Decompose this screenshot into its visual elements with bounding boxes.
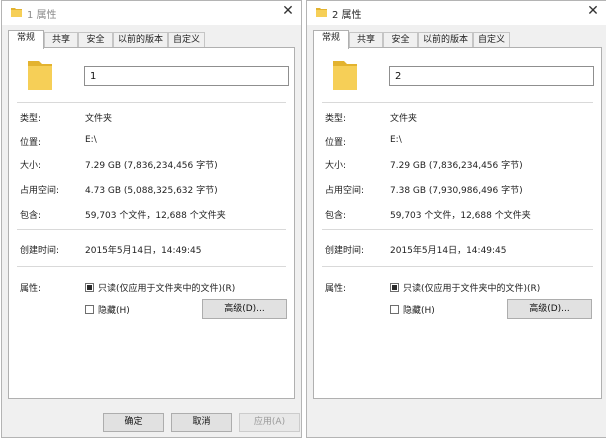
title-bar[interactable]: 2 属性 ✕: [307, 1, 606, 25]
contains-label: 包含:: [20, 211, 42, 221]
apply-button[interactable]: 应用(A): [239, 413, 300, 432]
type-value: 文件夹: [390, 114, 418, 124]
tab-general[interactable]: 常规: [8, 30, 44, 49]
location-label: 位置:: [325, 138, 347, 148]
created-label: 创建时间:: [20, 246, 60, 256]
advanced-button[interactable]: 高级(D)...: [507, 299, 592, 319]
close-button[interactable]: ✕: [279, 2, 297, 20]
folder-icon: [11, 8, 22, 17]
size-on-disk-value: 4.73 GB (5,088,325,632 字节): [85, 186, 218, 196]
folder-name-input[interactable]: [389, 66, 594, 86]
readonly-label[interactable]: 只读(仅应用于文件夹中的文件)(R): [98, 281, 235, 294]
folder-icon: [28, 61, 52, 90]
hidden-label[interactable]: 隐藏(H): [403, 303, 435, 316]
size-value: 7.29 GB (7,836,234,456 字节): [390, 161, 523, 171]
size-on-disk-value: 7.38 GB (7,930,986,496 字节): [390, 186, 523, 196]
tab-customize[interactable]: 自定义: [473, 32, 510, 48]
divider: [17, 266, 286, 267]
hidden-checkbox[interactable]: [85, 305, 94, 314]
location-value: E:\: [390, 135, 402, 145]
contains-value: 59,703 个文件，12,688 个文件夹: [390, 211, 531, 221]
close-icon[interactable]: ✕: [587, 3, 599, 19]
readonly-checkbox[interactable]: [390, 283, 399, 292]
divider: [17, 229, 286, 230]
created-label: 创建时间:: [325, 246, 365, 256]
hidden-checkbox[interactable]: [390, 305, 399, 314]
divider: [322, 102, 593, 103]
close-button[interactable]: ✕: [584, 2, 602, 20]
attributes-label: 属性:: [325, 284, 347, 294]
location-value: E:\: [85, 135, 97, 145]
general-panel: 类型: 文件夹 位置: E:\ 大小: 7.29 GB (7,836,234,4…: [8, 47, 295, 399]
title-bar[interactable]: 1 属性 ✕: [2, 1, 301, 25]
size-value: 7.29 GB (7,836,234,456 字节): [85, 161, 218, 171]
readonly-label[interactable]: 只读(仅应用于文件夹中的文件)(R): [403, 281, 540, 294]
tab-security[interactable]: 安全: [383, 32, 418, 48]
tab-security[interactable]: 安全: [78, 32, 113, 48]
created-value: 2015年5月14日，14:49:45: [85, 246, 202, 256]
attributes-label: 属性:: [20, 284, 42, 294]
window-title: 1 属性: [27, 10, 57, 21]
size-on-disk-label: 占用空间:: [20, 186, 60, 196]
folder-icon: [333, 61, 357, 90]
folder-icon: [316, 8, 327, 17]
type-value: 文件夹: [85, 114, 113, 124]
tab-previous-versions[interactable]: 以前的版本: [418, 32, 473, 48]
readonly-checkbox[interactable]: [85, 283, 94, 292]
tab-general[interactable]: 常规: [313, 30, 349, 49]
cancel-button[interactable]: 取消: [171, 413, 232, 432]
created-value: 2015年5月14日，14:49:45: [390, 246, 507, 256]
size-label: 大小:: [325, 161, 347, 171]
contains-value: 59,703 个文件，12,688 个文件夹: [85, 211, 226, 221]
hidden-label[interactable]: 隐藏(H): [98, 303, 130, 316]
general-panel: 类型: 文件夹 位置: E:\ 大小: 7.29 GB (7,836,234,4…: [313, 47, 602, 399]
tab-previous-versions[interactable]: 以前的版本: [113, 32, 168, 48]
properties-dialog-1: 1 属性 ✕ 常规 共享 安全 以前的版本 自定义 类型: 文件夹 位置: E:…: [1, 0, 302, 438]
contains-label: 包含:: [325, 211, 347, 221]
close-icon[interactable]: ✕: [282, 3, 294, 19]
type-label: 类型:: [20, 114, 42, 124]
divider: [322, 229, 593, 230]
divider: [17, 102, 286, 103]
properties-dialog-2: 2 属性 ✕ 常规 共享 安全 以前的版本 自定义 类型: 文件夹 位置: E:…: [306, 0, 606, 438]
window-title: 2 属性: [332, 10, 362, 21]
tab-customize[interactable]: 自定义: [168, 32, 205, 48]
ok-button[interactable]: 确定: [103, 413, 164, 432]
location-label: 位置:: [20, 138, 42, 148]
size-on-disk-label: 占用空间:: [325, 186, 365, 196]
folder-name-input[interactable]: [84, 66, 289, 86]
size-label: 大小:: [20, 161, 42, 171]
tab-sharing[interactable]: 共享: [44, 32, 78, 48]
divider: [322, 266, 593, 267]
advanced-button[interactable]: 高级(D)...: [202, 299, 287, 319]
type-label: 类型:: [325, 114, 347, 124]
tab-sharing[interactable]: 共享: [349, 32, 383, 48]
